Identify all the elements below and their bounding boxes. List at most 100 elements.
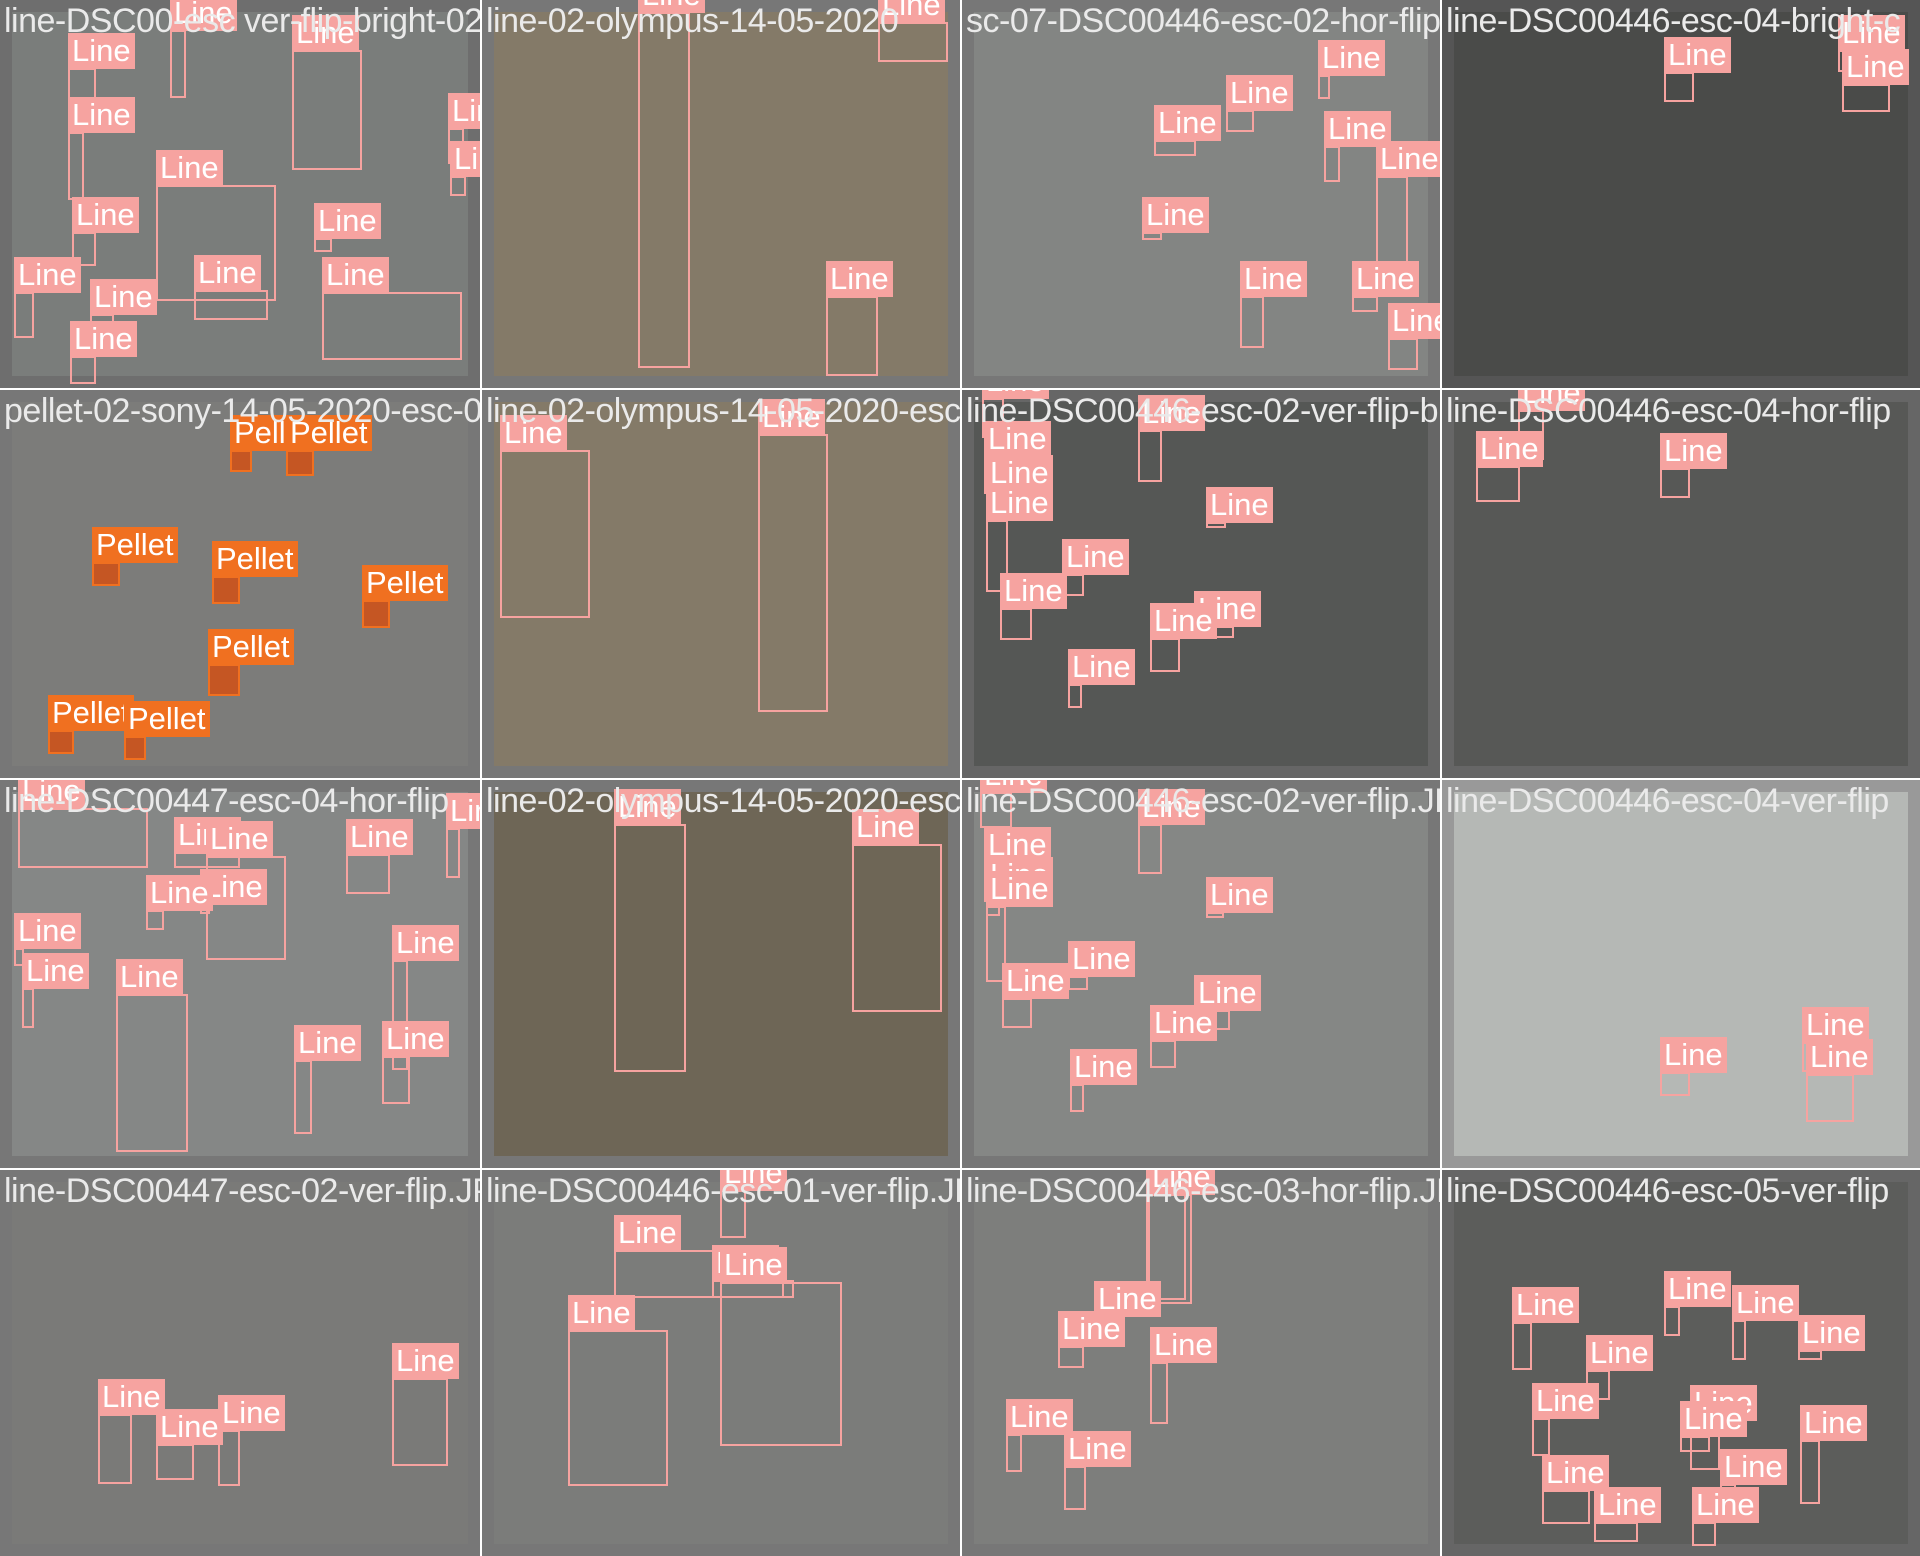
line-label: Line bbox=[1006, 1399, 1073, 1435]
line-label: Line bbox=[392, 1343, 459, 1379]
line-label: Line bbox=[1512, 1287, 1579, 1323]
line-label: Line bbox=[1586, 1335, 1653, 1371]
line-label: Line bbox=[1732, 1285, 1799, 1321]
image-filename: line-DSC00446-esc-04-ver-flip bbox=[1446, 782, 1889, 820]
line-label: Line bbox=[986, 871, 1053, 907]
line-detection-box: Line bbox=[1318, 40, 1385, 99]
line-detection-box: Line bbox=[720, 1247, 842, 1446]
line-label: Line bbox=[1594, 1487, 1661, 1523]
line-label: Line bbox=[614, 1215, 681, 1251]
line-label: Line bbox=[294, 1025, 361, 1061]
line-detection-box: Line bbox=[116, 959, 188, 1152]
image-filename: line-DSC00447-esc-02-ver-flip.JPG bbox=[4, 1172, 480, 1210]
pellet-detection-box: Pellet bbox=[92, 527, 178, 586]
line-label: Line bbox=[1388, 303, 1440, 339]
line-label: Line bbox=[218, 1395, 285, 1431]
line-detection-box: Line bbox=[322, 257, 462, 360]
pellet-label: Pellet bbox=[92, 527, 178, 563]
image-filename: line-02-olympus-14-05-2020 bbox=[486, 2, 899, 40]
image-filename: line-DSC00-esc ver-flip-bright-02 bbox=[4, 4, 480, 38]
line-detection-box: Line bbox=[446, 793, 480, 878]
line-detection-box: Line bbox=[1150, 1327, 1217, 1424]
pellet-detection-box: Pellet bbox=[124, 701, 210, 760]
line-detection-box: Line bbox=[382, 1021, 449, 1104]
line-detection-box: Line bbox=[1150, 1005, 1217, 1068]
image-tile: line-DSC00446-esc-04-hor-flip Line Line Lin… bbox=[1442, 390, 1920, 778]
image-filename: line-DSC00446-esc-02-ver-flip.JPG bbox=[966, 782, 1440, 820]
image-filename: sc-07-DSC00446-esc-02-hor-flip.JPG bbox=[966, 2, 1440, 40]
line-label: Line bbox=[1240, 261, 1307, 297]
line-label: Line bbox=[1664, 37, 1731, 73]
line-label: Line bbox=[314, 203, 381, 239]
pellet-label: Pellet bbox=[212, 541, 298, 577]
image-tile: line-DSC00446-esc-04-ver-flip Line Line Lin… bbox=[1442, 780, 1920, 1168]
line-detection-box: Line bbox=[1594, 1487, 1661, 1542]
line-detection-box: Line bbox=[314, 203, 381, 252]
line-detection-box: Line bbox=[1798, 1315, 1865, 1360]
image-tile: line-02-olympus-14-05-2020LineLineLine bbox=[482, 0, 960, 388]
line-detection-box: Line bbox=[1142, 197, 1209, 240]
line-label: Line bbox=[322, 257, 389, 293]
line-detection-box: Line bbox=[22, 953, 89, 1028]
line-detection-box: Line bbox=[346, 819, 413, 894]
line-label: Line bbox=[1806, 1039, 1873, 1075]
line-detection-box: Line bbox=[14, 257, 81, 338]
line-label: Line bbox=[90, 279, 157, 315]
line-detection-box: Line bbox=[852, 809, 942, 1012]
pellet-label: Pellet bbox=[124, 701, 210, 737]
line-detection-box: Line bbox=[156, 1409, 223, 1480]
image-tile: line-DSC00-esc ver-flip-bright-02 Line Lin… bbox=[0, 0, 480, 388]
line-label: Line bbox=[1842, 49, 1909, 85]
line-detection-box: Line bbox=[170, 0, 237, 98]
image-tile: line-DSC00446-esc-02-ver-flip.JPG Line Lin… bbox=[962, 780, 1440, 1168]
image-filename: line-DSC00446-esc-01-ver-flip.JPG bbox=[486, 1172, 960, 1210]
image-filename: line-DSC00446-esc-04-hor-flip bbox=[1446, 392, 1891, 430]
line-label: Line bbox=[1352, 261, 1419, 297]
line-label: Line bbox=[1660, 1037, 1727, 1073]
line-detection-box: Line bbox=[218, 1395, 285, 1486]
image-tile: line-02-olympus-14-05-2020-esc-03-hor-fl… bbox=[482, 780, 960, 1168]
pellet-detection-box: Pellet bbox=[212, 541, 298, 604]
line-detection-box: Line bbox=[1352, 261, 1419, 312]
line-detection-box: Line bbox=[1680, 1401, 1747, 1452]
line-label: Line bbox=[1660, 433, 1727, 469]
line-label: Line bbox=[1058, 1311, 1125, 1347]
line-label: Line bbox=[1532, 1383, 1599, 1419]
line-label: Line bbox=[1154, 105, 1221, 141]
line-detection-box: Line bbox=[292, 15, 362, 170]
line-label: Line bbox=[1680, 1401, 1747, 1437]
photo-background bbox=[494, 12, 948, 376]
line-label: Line bbox=[1318, 40, 1385, 76]
line-detection-box: Line bbox=[146, 875, 213, 930]
line-label: Line bbox=[1150, 1005, 1217, 1041]
line-label: Line bbox=[1542, 1455, 1609, 1491]
line-label: Line bbox=[1800, 1405, 1867, 1441]
image-filename-segment: -esc bbox=[172, 2, 236, 40]
line-label: Line bbox=[1226, 75, 1293, 111]
line-detection-box: Line bbox=[1068, 941, 1135, 990]
photo-background bbox=[974, 1182, 1428, 1544]
pellet-label: Pellet bbox=[362, 565, 448, 601]
line-detection-box: Line bbox=[1660, 433, 1727, 498]
line-label: Line bbox=[1720, 1449, 1787, 1485]
line-label: Line bbox=[1664, 1271, 1731, 1307]
line-label: Line bbox=[446, 793, 480, 829]
line-detection-box: Line bbox=[1660, 1037, 1727, 1096]
image-filename: pellet-02-sony-14-05-2020-esc-02-bright bbox=[4, 392, 480, 430]
line-detection-box: Line bbox=[1692, 1487, 1759, 1546]
image-filename-segment: ver-flip-bright-02 bbox=[235, 2, 480, 40]
image-filename: line-DSC00446-esc-03-hor-flip.JPG bbox=[966, 1172, 1440, 1210]
line-label: Line bbox=[1376, 141, 1440, 177]
line-label: Line bbox=[1802, 1007, 1869, 1043]
line-detection-box: Line bbox=[1532, 1383, 1599, 1456]
pellet-label: Pellet bbox=[208, 629, 294, 665]
pellet-detection-box: Pellet bbox=[208, 629, 294, 696]
line-label: Line bbox=[1062, 539, 1129, 575]
line-label: Line bbox=[1070, 1049, 1137, 1085]
line-detection-box: Line bbox=[1800, 1405, 1867, 1504]
image-filename: line-DSC00447-esc-04-hor-flip bbox=[4, 782, 449, 820]
line-label: Line bbox=[98, 1379, 165, 1415]
line-label: Line bbox=[156, 1409, 223, 1445]
line-detection-box: Line bbox=[1388, 303, 1440, 370]
line-label: Line bbox=[1064, 1431, 1131, 1467]
